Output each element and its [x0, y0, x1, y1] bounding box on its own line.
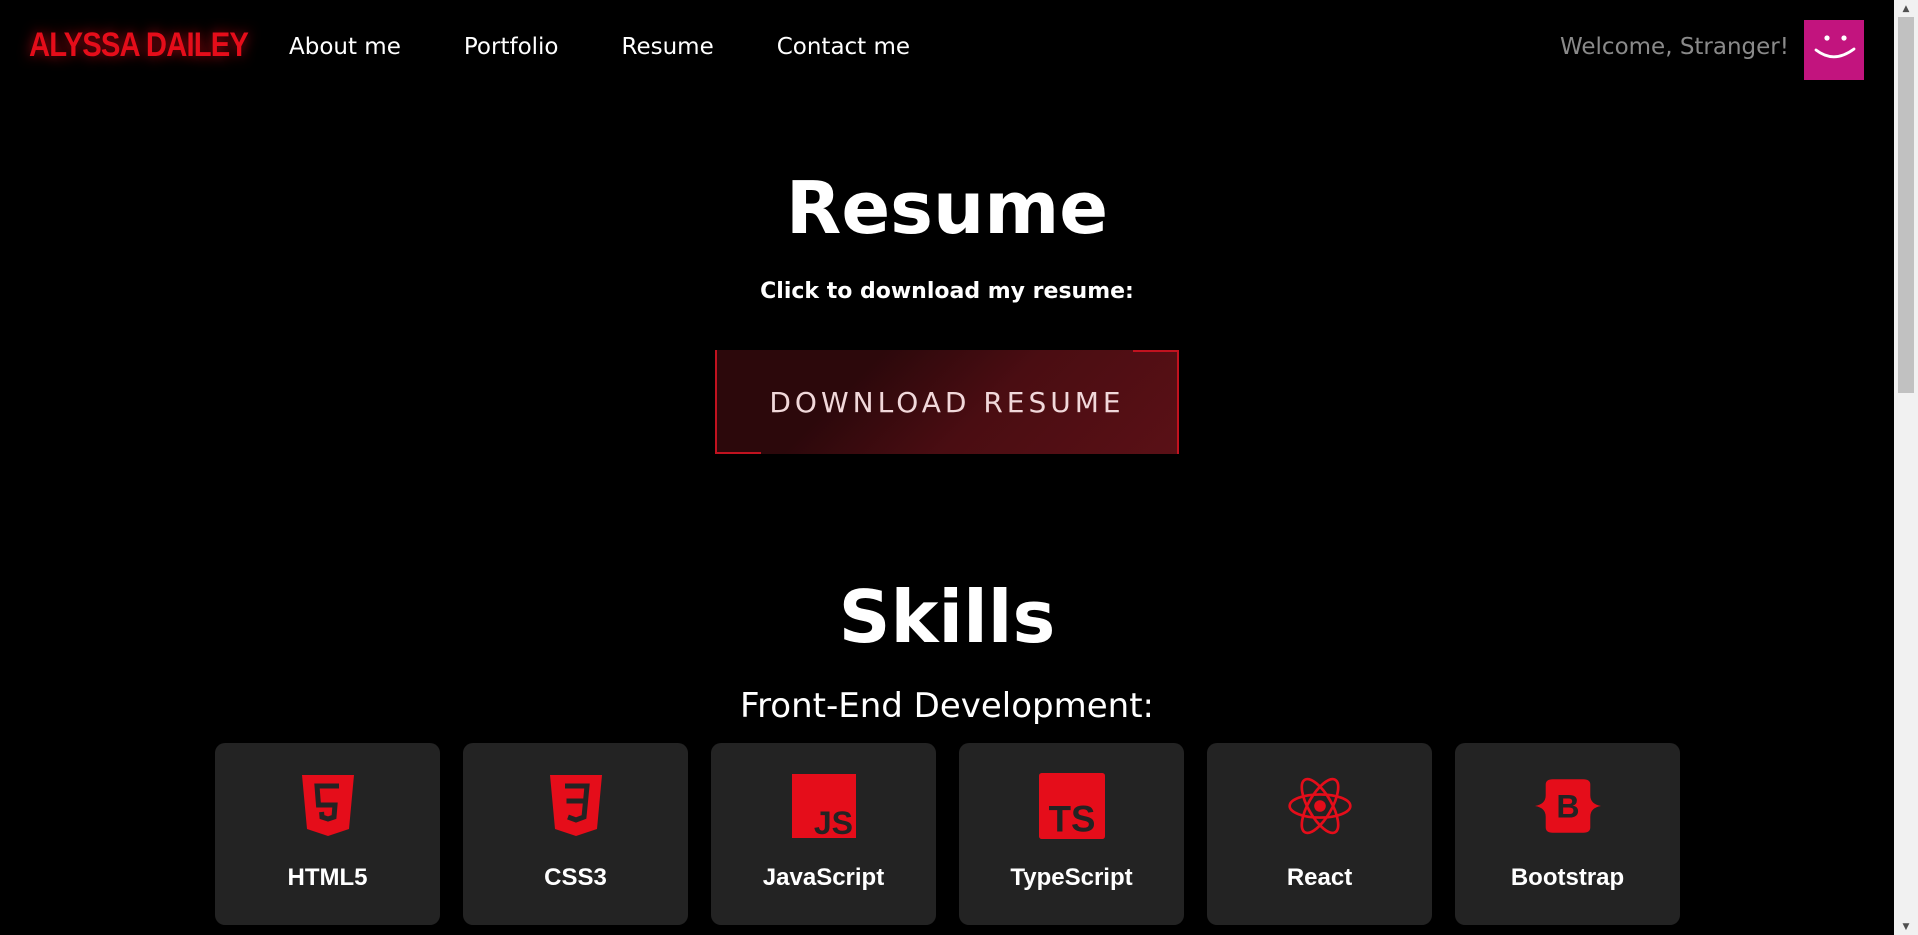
skill-label: TypeScript: [1010, 864, 1133, 891]
skill-label: HTML5: [287, 864, 368, 891]
brand-logo[interactable]: ALYSSA DAILEY: [29, 26, 249, 65]
avatar[interactable]: [1804, 20, 1864, 80]
nav-links: About me Portfolio Resume Contact me: [289, 34, 973, 60]
skill-label: JavaScript: [762, 864, 885, 891]
skill-card-javascript[interactable]: JS JavaScript: [711, 743, 936, 925]
scrollbar[interactable]: ▲ ▼: [1894, 0, 1918, 935]
bootstrap-icon: B: [1535, 773, 1601, 839]
javascript-icon: JS: [791, 773, 857, 839]
nav-link-portfolio[interactable]: Portfolio: [464, 34, 559, 60]
nav-link-about[interactable]: About me: [289, 34, 401, 60]
skills-list: HTML5 CSS3 JS JavaScript TS TypeScript R…: [215, 743, 1703, 925]
smiley-face-icon: [1814, 35, 1856, 59]
skills-title: Skills: [838, 575, 1056, 659]
nav-link-resume[interactable]: Resume: [622, 34, 714, 60]
download-resume-button[interactable]: DOWNLOAD RESUME: [715, 350, 1179, 454]
resume-title: Resume: [785, 166, 1109, 250]
frontend-subtitle: Front-End Development:: [739, 686, 1155, 726]
resume-subtitle: Click to download my resume:: [760, 279, 1134, 304]
svg-text:JS: JS: [814, 805, 853, 838]
skill-card-css3[interactable]: CSS3: [463, 743, 688, 925]
skill-card-react[interactable]: React: [1207, 743, 1432, 925]
download-resume-label: DOWNLOAD RESUME: [769, 385, 1125, 419]
svg-text:B: B: [1556, 789, 1579, 825]
button-corner-accent: [1133, 350, 1179, 454]
skill-card-html5[interactable]: HTML5: [215, 743, 440, 925]
skill-label: Bootstrap: [1510, 864, 1625, 891]
skill-label: React: [1286, 864, 1353, 891]
skill-card-typescript[interactable]: TS TypeScript: [959, 743, 1184, 925]
welcome-text: Welcome, Stranger!: [1559, 34, 1789, 60]
skill-label: CSS3: [544, 864, 607, 891]
navbar: ALYSSA DAILEY About me Portfolio Resume …: [0, 0, 1894, 100]
button-corner-accent: [715, 350, 761, 454]
html5-icon: [295, 773, 361, 839]
typescript-icon: TS: [1039, 773, 1105, 840]
react-icon: [1287, 773, 1353, 839]
scroll-up-arrow-icon[interactable]: ▲: [1894, 0, 1918, 17]
css3-icon: [543, 773, 609, 839]
skill-card-bootstrap[interactable]: B Bootstrap: [1455, 743, 1680, 925]
nav-link-contact[interactable]: Contact me: [777, 34, 910, 60]
svg-text:TS: TS: [1049, 799, 1096, 840]
scroll-thumb[interactable]: [1898, 17, 1914, 393]
scroll-down-arrow-icon[interactable]: ▼: [1894, 918, 1918, 935]
